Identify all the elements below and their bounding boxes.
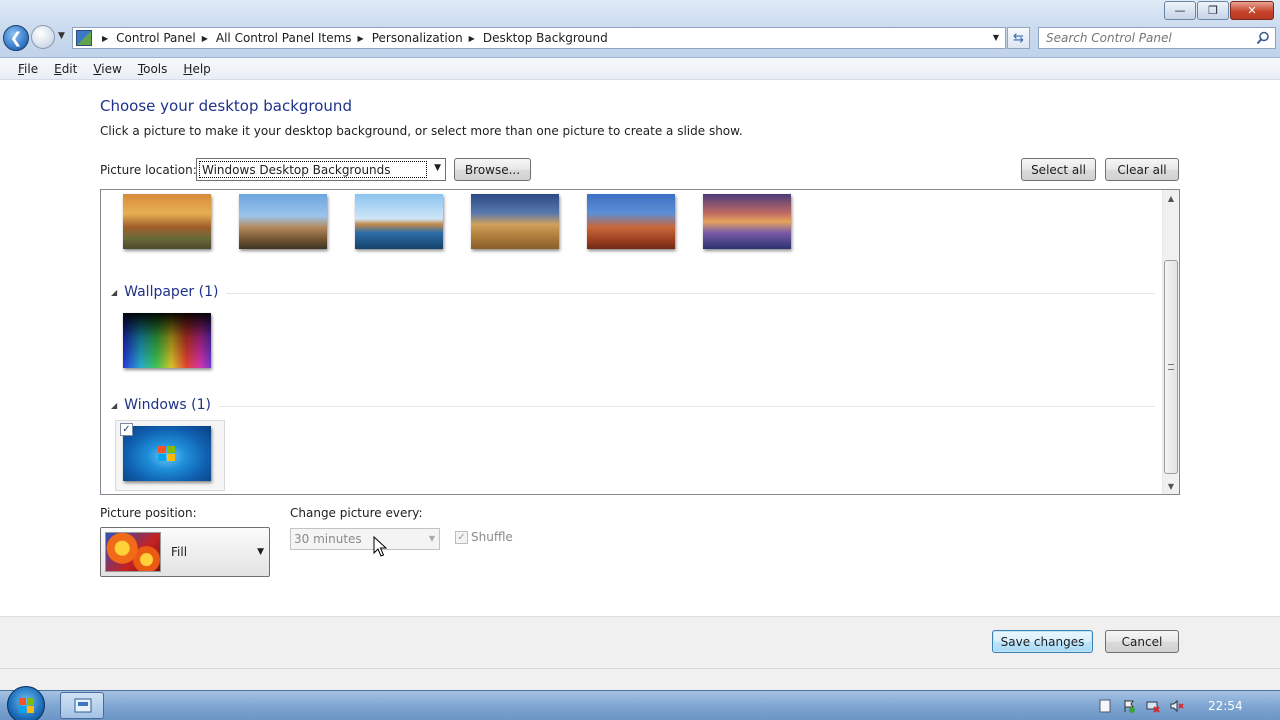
mouse-cursor-icon (373, 536, 387, 557)
scroll-grip-icon (1168, 364, 1174, 370)
back-arrow-icon: ❮ (9, 29, 23, 47)
chevron-down-icon: ▼ (257, 547, 264, 557)
forward-button[interactable] (31, 25, 55, 49)
maximize-button[interactable]: ❐ (1197, 1, 1229, 20)
picture-location-value: Windows Desktop Backgrounds (199, 161, 427, 178)
breadcrumb-separator-icon[interactable]: ▶ (202, 34, 208, 43)
group-divider (226, 292, 1155, 294)
network-disconnected-icon[interactable] (1146, 699, 1160, 713)
group-header-windows[interactable]: ◢ Windows (1) (111, 397, 1155, 413)
system-tray: 22:54 (1090, 691, 1280, 720)
window-controls: — ❐ ✕ (1163, 1, 1274, 20)
wallpaper-thumb-rainbow-gradient[interactable] (123, 313, 211, 368)
scroll-thumb[interactable] (1164, 260, 1178, 474)
volume-muted-icon[interactable] (1170, 699, 1184, 713)
windows-logo-icon (19, 698, 34, 713)
control-panel-icon (76, 30, 92, 46)
gallery-scrollbar[interactable]: ▲ ▼ (1162, 190, 1179, 494)
start-button[interactable] (7, 686, 45, 720)
browse-button[interactable]: Browse... (454, 158, 531, 181)
document-icon[interactable] (1098, 699, 1112, 713)
collapse-triangle-icon[interactable]: ◢ (111, 288, 117, 297)
menu-help[interactable]: Help (175, 62, 218, 76)
chevron-down-icon: ▼ (434, 163, 441, 173)
group-header-wallpaper[interactable]: ◢ Wallpaper (1) (111, 284, 1155, 300)
taskbar-clock[interactable]: 22:54 (1208, 699, 1243, 713)
wallpaper-thumb-hay-bale[interactable] (471, 194, 559, 249)
page-description: Click a picture to make it your desktop … (100, 124, 743, 138)
wallpaper-thumb-rock-formation[interactable] (355, 194, 443, 249)
breadcrumb-separator-icon[interactable]: ▶ (358, 34, 364, 43)
search-icon[interactable] (1256, 31, 1270, 45)
menu-edit[interactable]: Edit (46, 62, 85, 76)
wallpaper-thumb-lake-sunset[interactable] (703, 194, 791, 249)
menu-view[interactable]: View (85, 62, 129, 76)
breadcrumb-personalization[interactable]: Personalization (372, 31, 463, 45)
scroll-down-icon[interactable]: ▼ (1163, 478, 1179, 494)
shuffle-label: Shuffle (471, 530, 513, 544)
change-picture-label: Change picture every: (290, 506, 423, 520)
checkbox-check-icon: ✓ (455, 530, 468, 544)
picture-position-select[interactable]: Fill ▼ (100, 527, 270, 577)
group-title: Windows (1) (124, 397, 211, 413)
group-divider (218, 405, 1155, 407)
control-panel-icon (74, 698, 92, 713)
breadcrumb-separator-icon[interactable]: ▶ (102, 34, 108, 43)
search-input[interactable] (1046, 31, 1246, 45)
address-dropdown-icon[interactable]: ▼ (993, 33, 999, 42)
wallpaper-thumb-windows-7-logo[interactable] (123, 426, 211, 481)
back-button[interactable]: ❮ (3, 25, 29, 51)
status-strip (0, 668, 1280, 690)
wallpaper-thumb-landscape-sunset[interactable] (123, 194, 211, 249)
cancel-button[interactable]: Cancel (1105, 630, 1179, 653)
action-center-flag-icon[interactable] (1122, 699, 1136, 713)
title-bar: — ❐ ✕ ❮ ▼ ▶ Control Panel ▶ All Control … (0, 0, 1280, 58)
taskbar-control-panel-button[interactable] (60, 692, 104, 719)
refresh-button[interactable]: ⇆ (1007, 27, 1030, 49)
restore-icon: ❐ (1208, 4, 1218, 17)
save-changes-button[interactable]: Save changes (992, 630, 1093, 653)
close-icon: ✕ (1247, 4, 1257, 17)
page-title: Choose your desktop background (100, 97, 352, 115)
picture-location-label: Picture location: (100, 163, 197, 177)
change-interval-value: 30 minutes (294, 532, 362, 546)
shuffle-checkbox[interactable]: ✓ Shuffle (455, 530, 513, 544)
wallpaper-thumb-stone-arch[interactable] (587, 194, 675, 249)
picture-position-value: Fill (171, 545, 188, 559)
chevron-down-icon: ▼ (58, 31, 65, 41)
breadcrumb-control-panel[interactable]: Control Panel (116, 31, 196, 45)
wallpaper-gallery[interactable]: ◢ Wallpaper (1) ◢ Windows (1) ✓ ▲ ▼ (100, 189, 1180, 495)
close-button[interactable]: ✕ (1230, 1, 1274, 20)
wallpaper-thumb-lighthouse[interactable] (239, 194, 327, 249)
menu-tools[interactable]: Tools (130, 62, 176, 76)
taskbar: 22:54 (0, 686, 1280, 720)
recent-pages-dropdown[interactable]: ▼ (58, 31, 65, 41)
picture-position-label: Picture position: (100, 506, 197, 520)
breadcrumb-desktop-background[interactable]: Desktop Background (483, 31, 608, 45)
menu-bar: File Edit View Tools Help (0, 58, 1280, 80)
wallpaper-select-checkbox[interactable]: ✓ (120, 423, 133, 436)
change-interval-select[interactable]: 30 minutes ▼ (290, 528, 440, 550)
minimize-button[interactable]: — (1164, 1, 1196, 20)
address-bar[interactable]: ▶ Control Panel ▶ All Control Panel Item… (72, 27, 1006, 49)
clear-all-button[interactable]: Clear all (1105, 158, 1179, 181)
breadcrumb-all-items[interactable]: All Control Panel Items (216, 31, 352, 45)
collapse-triangle-icon[interactable]: ◢ (111, 401, 117, 410)
position-preview-thumb (105, 532, 161, 572)
breadcrumb-separator-icon[interactable]: ▶ (469, 34, 475, 43)
menu-file[interactable]: File (10, 62, 46, 76)
select-all-button[interactable]: Select all (1021, 158, 1096, 181)
scroll-up-icon[interactable]: ▲ (1163, 190, 1179, 206)
picture-location-select[interactable]: Windows Desktop Backgrounds ▼ (196, 158, 446, 181)
windows-logo-icon (158, 446, 175, 461)
refresh-icon: ⇆ (1013, 30, 1024, 46)
chevron-down-icon: ▼ (428, 534, 435, 543)
group-title: Wallpaper (1) (124, 284, 219, 300)
minimize-icon: — (1174, 4, 1186, 17)
search-box[interactable] (1038, 27, 1276, 49)
